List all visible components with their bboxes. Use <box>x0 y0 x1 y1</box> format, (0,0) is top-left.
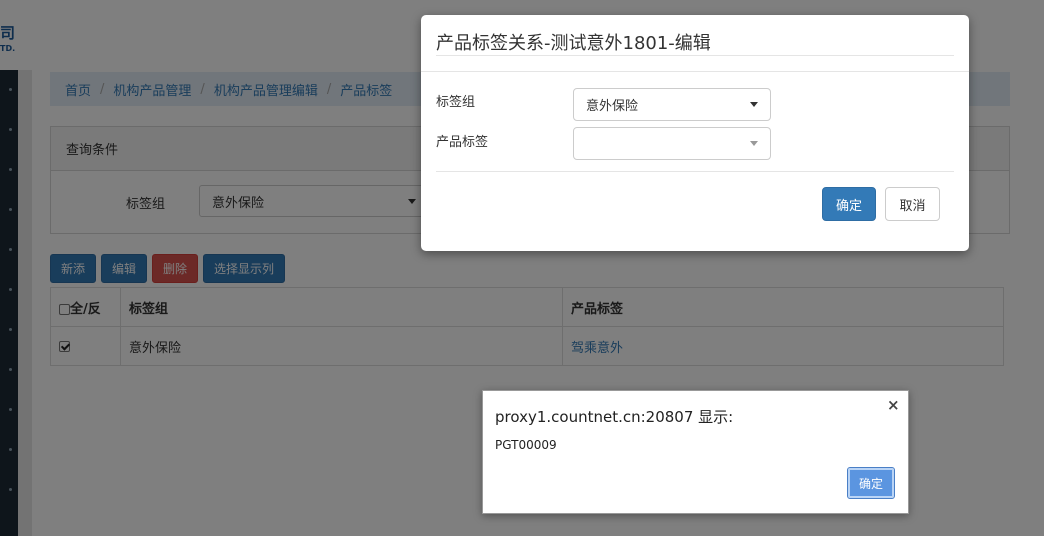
edit-dialog: 产品标签关系-测试意外1801-编辑 标签组 意外保险 产品标签 确定 取消 <box>421 15 969 251</box>
dialog-group-select[interactable]: 意外保险 <box>573 88 771 121</box>
dialog-tag-select[interactable] <box>573 127 771 160</box>
browser-alert-dialog: proxy1.countnet.cn:20807 显示: × PGT00009 … <box>482 390 909 514</box>
dialog-tag-label: 产品标签 <box>436 135 489 150</box>
alert-ok-button[interactable]: 确定 <box>847 467 895 499</box>
alert-title: proxy1.countnet.cn:20807 显示: <box>495 408 734 426</box>
alert-message: PGT00009 <box>495 438 557 452</box>
dialog-title: 产品标签关系-测试意外1801-编辑 <box>436 33 711 54</box>
divider <box>436 55 954 56</box>
chevron-down-icon <box>750 141 758 146</box>
chevron-down-icon <box>750 102 758 107</box>
close-icon[interactable]: × <box>887 396 900 414</box>
cancel-button[interactable]: 取消 <box>885 187 940 221</box>
divider <box>436 171 954 172</box>
dialog-group-label: 标签组 <box>436 95 476 110</box>
confirm-button[interactable]: 确定 <box>822 187 876 221</box>
divider <box>421 71 969 72</box>
dialog-group-value: 意外保险 <box>586 99 639 114</box>
